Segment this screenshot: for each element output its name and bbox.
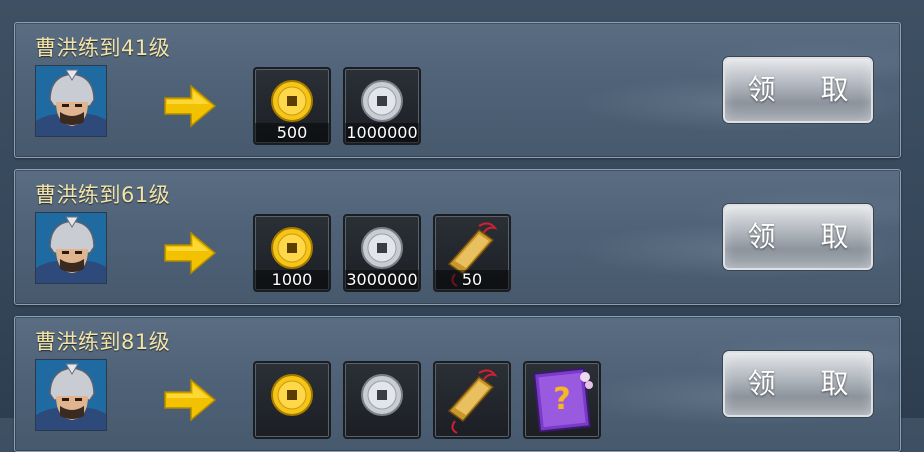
reward-token[interactable]: 50 bbox=[433, 214, 511, 292]
token-plaque-icon bbox=[447, 369, 498, 434]
hero-portrait bbox=[35, 212, 107, 284]
reward-gold-coin[interactable]: 500 bbox=[253, 67, 331, 145]
reward-quantity: 3000000 bbox=[345, 270, 419, 290]
reward-gold-coin[interactable]: 1000 bbox=[253, 214, 331, 292]
claim-button[interactable]: 领 取 bbox=[723, 57, 873, 123]
gold-coin-icon bbox=[271, 374, 313, 416]
mystery-book-icon: ? bbox=[533, 367, 593, 433]
hero-portrait bbox=[35, 359, 107, 431]
quest-panel: 曹洪练到81级 ? 领 取 bbox=[14, 316, 901, 452]
quest-panel: 曹洪练到61级 1000 3000000 50 领 取 bbox=[14, 169, 901, 305]
silver-coin-icon bbox=[361, 374, 403, 416]
reward-mystery-book[interactable]: ? bbox=[523, 361, 601, 439]
reward-quantity: 500 bbox=[255, 123, 329, 143]
reward-quantity: 1000 bbox=[255, 270, 329, 290]
reward-token[interactable] bbox=[433, 361, 511, 439]
reward-gold-coin[interactable] bbox=[253, 361, 331, 439]
reward-silver-coin[interactable]: 3000000 bbox=[343, 214, 421, 292]
quest-title: 曹洪练到41级 bbox=[35, 36, 171, 60]
reward-quantity: 50 bbox=[435, 270, 509, 290]
reward-silver-coin[interactable]: 1000000 bbox=[343, 67, 421, 145]
svg-text:?: ? bbox=[553, 382, 570, 417]
quest-title: 曹洪练到81级 bbox=[35, 330, 171, 354]
claim-button[interactable]: 领 取 bbox=[723, 351, 873, 417]
reward-quantity: 1000000 bbox=[345, 123, 419, 143]
hero-portrait bbox=[35, 65, 107, 137]
claim-button[interactable]: 领 取 bbox=[723, 204, 873, 270]
reward-silver-coin[interactable] bbox=[343, 361, 421, 439]
arrow-right-icon bbox=[164, 378, 217, 422]
arrow-right-icon bbox=[164, 231, 217, 275]
quest-title: 曹洪练到61级 bbox=[35, 183, 171, 207]
arrow-right-icon bbox=[164, 84, 217, 128]
quest-panel: 曹洪练到41级 500 1000000 领 取 bbox=[14, 22, 901, 158]
